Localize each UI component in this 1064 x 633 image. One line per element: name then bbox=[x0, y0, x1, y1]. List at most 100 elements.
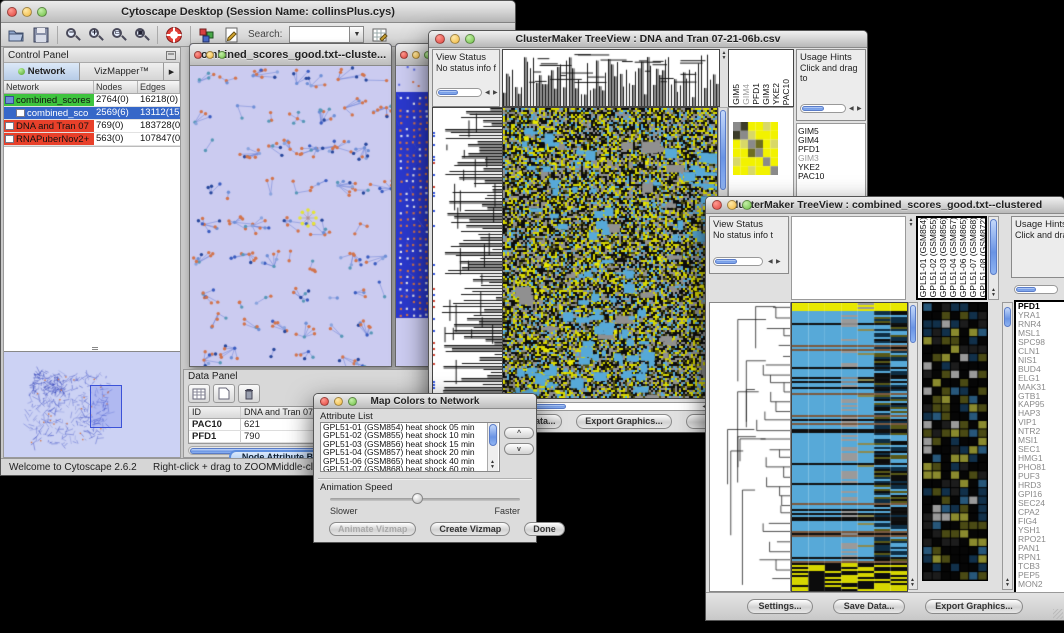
gene-list-scrollbar[interactable]: ▲▼ bbox=[1002, 302, 1013, 590]
zoom-window-icon[interactable] bbox=[465, 34, 475, 44]
treeview2-gene-dendrogram[interactable] bbox=[709, 302, 791, 592]
zoom-window-icon[interactable] bbox=[37, 7, 47, 17]
vizmapper-icon[interactable] bbox=[198, 26, 216, 44]
tab-network[interactable]: Network bbox=[4, 63, 80, 80]
column-label[interactable]: GPL51-02 (GSM855) bbox=[928, 217, 938, 297]
network-view-title-bar[interactable]: combined_scores_good.txt--cluste... bbox=[190, 44, 391, 66]
main-title-bar[interactable]: Cytoscape Desktop (Session Name: collins… bbox=[1, 1, 515, 23]
scroll-left-icon[interactable]: ◀ bbox=[768, 259, 773, 265]
resize-grip[interactable] bbox=[1053, 609, 1063, 619]
move-down-button[interactable]: v bbox=[504, 443, 534, 455]
correlation-matrix[interactable] bbox=[733, 122, 778, 175]
scroll-thumb[interactable] bbox=[438, 90, 458, 95]
attribute-list-item[interactable]: GPL51-07 (GSM868) heat shock 60 min bbox=[323, 465, 499, 472]
network-canvas[interactable] bbox=[190, 66, 391, 367]
create-vizmap-button[interactable]: Create Vizmap bbox=[430, 522, 510, 536]
column-label[interactable]: GPL51-01 (GSM854) bbox=[918, 217, 928, 297]
export-graphics-button[interactable]: Export Graphics... bbox=[925, 599, 1023, 614]
network-tree-empty-area[interactable] bbox=[4, 146, 180, 351]
dialog-title-bar[interactable]: Map Colors to Network bbox=[314, 394, 536, 409]
select-attributes-icon[interactable] bbox=[188, 384, 210, 403]
row-label[interactable]: PAC10 bbox=[798, 172, 862, 181]
column-label[interactable]: GPL51-07 (GSM868) bbox=[968, 217, 978, 297]
treeview2-title-bar[interactable]: ClusterMaker TreeView : combined_scores_… bbox=[706, 197, 1064, 214]
gene-list-item[interactable]: MON2 bbox=[1018, 580, 1064, 589]
close-icon[interactable] bbox=[7, 7, 17, 17]
tab-vizmapper[interactable]: VizMapper™ bbox=[80, 63, 164, 80]
scroll-right-icon[interactable]: ▶ bbox=[857, 106, 862, 112]
float-panel-icon[interactable] bbox=[166, 51, 176, 60]
slider-thumb[interactable] bbox=[412, 493, 423, 504]
scroll-thumb[interactable] bbox=[1004, 307, 1011, 327]
column-label[interactable]: GPL51-04 (GSM857) bbox=[948, 217, 958, 297]
minimize-icon[interactable] bbox=[334, 397, 343, 406]
zoom-selected-icon[interactable]: ▣ bbox=[134, 27, 150, 43]
panel-resize-grip[interactable] bbox=[92, 347, 98, 350]
view-status-scrollbar[interactable] bbox=[713, 257, 763, 266]
scroll-right-icon[interactable]: ▶ bbox=[776, 259, 781, 265]
search-input[interactable] bbox=[289, 26, 349, 43]
zoom-in-icon[interactable]: + bbox=[88, 27, 104, 43]
zoom-window-icon[interactable] bbox=[742, 200, 752, 210]
annotation-icon[interactable] bbox=[223, 26, 241, 44]
view-status-scrollbar[interactable] bbox=[436, 88, 482, 97]
zoom-window-icon[interactable] bbox=[218, 51, 226, 59]
column-label[interactable]: PAC10 bbox=[781, 79, 791, 105]
tab-overflow-arrow[interactable]: ▶ bbox=[164, 63, 180, 80]
column-label[interactable]: PFD1 bbox=[751, 83, 761, 105]
treeview2-heatmap[interactable] bbox=[791, 302, 908, 592]
mini-scroll-arrows[interactable]: ▲▼ bbox=[720, 51, 728, 61]
birdseye-overview[interactable] bbox=[4, 351, 180, 457]
scroll-left-icon[interactable]: ◀ bbox=[849, 106, 854, 112]
close-icon[interactable] bbox=[435, 34, 445, 44]
move-up-button[interactable]: ^ bbox=[504, 427, 534, 439]
save-icon[interactable] bbox=[32, 26, 50, 44]
minimize-icon[interactable] bbox=[727, 200, 737, 210]
minimize-icon[interactable] bbox=[412, 51, 420, 59]
column-label[interactable]: YKE2 bbox=[771, 83, 781, 105]
birdseye-viewport-rect[interactable] bbox=[90, 385, 122, 428]
mini-scroll-arrows[interactable]: ▲▼ bbox=[991, 288, 996, 298]
col-edges[interactable]: Edges bbox=[138, 81, 180, 93]
animation-speed-slider[interactable] bbox=[330, 498, 520, 501]
table-edit-icon[interactable] bbox=[371, 26, 389, 44]
search-dropdown-icon[interactable]: ▼ bbox=[349, 26, 364, 43]
mini-scroll-arrows[interactable]: ▲▼ bbox=[910, 578, 915, 588]
minimize-icon[interactable] bbox=[22, 7, 32, 17]
col-nodes[interactable]: Nodes bbox=[94, 81, 138, 93]
column-label[interactable]: GIM3 bbox=[761, 84, 771, 105]
treeview2-vscrollbar[interactable]: ▲▼ bbox=[908, 302, 918, 590]
mini-scroll-arrows[interactable]: ▲▼ bbox=[490, 460, 495, 470]
help-lifesaver-icon[interactable] bbox=[165, 26, 183, 44]
zoom-out-icon[interactable]: − bbox=[65, 27, 81, 43]
attribute-list-scrollbar[interactable]: ▲▼ bbox=[487, 423, 498, 471]
network-row[interactable]: DNA and Tran 07 769(0) 183728(0) bbox=[4, 120, 180, 133]
scroll-left-icon[interactable]: ◀ bbox=[485, 90, 490, 96]
treeview1-array-dendrogram[interactable] bbox=[502, 49, 720, 107]
scroll-thumb[interactable] bbox=[489, 424, 497, 446]
close-icon[interactable] bbox=[320, 397, 329, 406]
delete-attribute-icon[interactable] bbox=[238, 384, 260, 403]
scroll-thumb[interactable] bbox=[802, 106, 824, 111]
treeview2-detail-heatmap[interactable] bbox=[922, 302, 988, 581]
column-label[interactable]: GPL51-08 (GSM872) bbox=[978, 217, 987, 297]
column-label[interactable]: GPL51-03 (GSM856) bbox=[938, 217, 948, 297]
done-button[interactable]: Done bbox=[524, 522, 565, 536]
mini-scroll-arrows[interactable]: ▲▼ bbox=[907, 218, 915, 228]
close-icon[interactable] bbox=[400, 51, 408, 59]
scroll-thumb[interactable] bbox=[990, 219, 997, 275]
close-icon[interactable] bbox=[712, 200, 722, 210]
export-graphics-button[interactable]: Export Graphics... bbox=[576, 414, 672, 429]
animate-vizmap-button[interactable]: Animate Vizmap bbox=[329, 522, 416, 536]
scroll-right-icon[interactable]: ▶ bbox=[493, 90, 498, 96]
save-data-button[interactable]: Save Data... bbox=[833, 599, 905, 614]
scroll-thumb[interactable] bbox=[715, 259, 737, 264]
close-icon[interactable] bbox=[194, 51, 202, 59]
network-row[interactable]: combined_scores 2764(0) 16218(0) bbox=[4, 94, 180, 107]
treeview1-heatmap[interactable] bbox=[502, 107, 718, 399]
treeview1-title-bar[interactable]: ClusterMaker TreeView : DNA and Tran 07-… bbox=[429, 31, 867, 48]
col-network[interactable]: Network bbox=[4, 81, 94, 93]
settings-button[interactable]: Settings... bbox=[747, 599, 813, 614]
treeview2-array-dendrogram-area[interactable] bbox=[791, 216, 906, 300]
open-file-icon[interactable] bbox=[7, 26, 25, 44]
